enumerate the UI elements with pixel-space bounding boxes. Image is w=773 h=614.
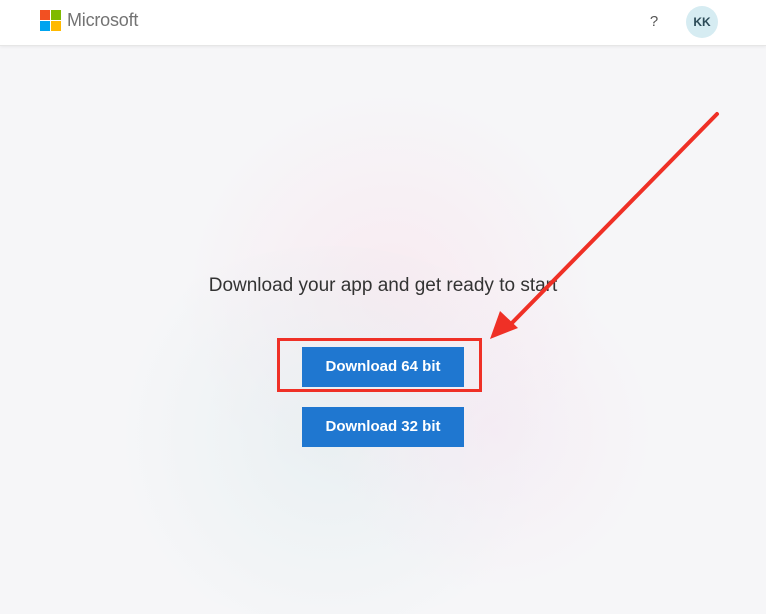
top-bar: Microsoft ? KK — [0, 0, 766, 46]
logo-square-green — [51, 10, 61, 20]
logo-square-red — [40, 10, 50, 20]
help-icon[interactable]: ? — [644, 12, 664, 32]
microsoft-logo-icon — [40, 10, 61, 31]
microsoft-logo[interactable]: Microsoft — [40, 10, 138, 31]
main-content: Download your app and get ready to start… — [0, 46, 766, 614]
brand-name: Microsoft — [67, 10, 139, 30]
page-edge — [766, 0, 773, 614]
avatar[interactable]: KK — [686, 6, 718, 38]
logo-square-yellow — [51, 21, 61, 31]
page-title: Download your app and get ready to start — [208, 275, 558, 296]
logo-square-blue — [40, 21, 50, 31]
download-32-bit-button[interactable]: Download 32 bit — [302, 407, 464, 447]
page: Microsoft ? KK Download your app and get… — [0, 0, 773, 614]
download-64-bit-button[interactable]: Download 64 bit — [302, 347, 464, 387]
